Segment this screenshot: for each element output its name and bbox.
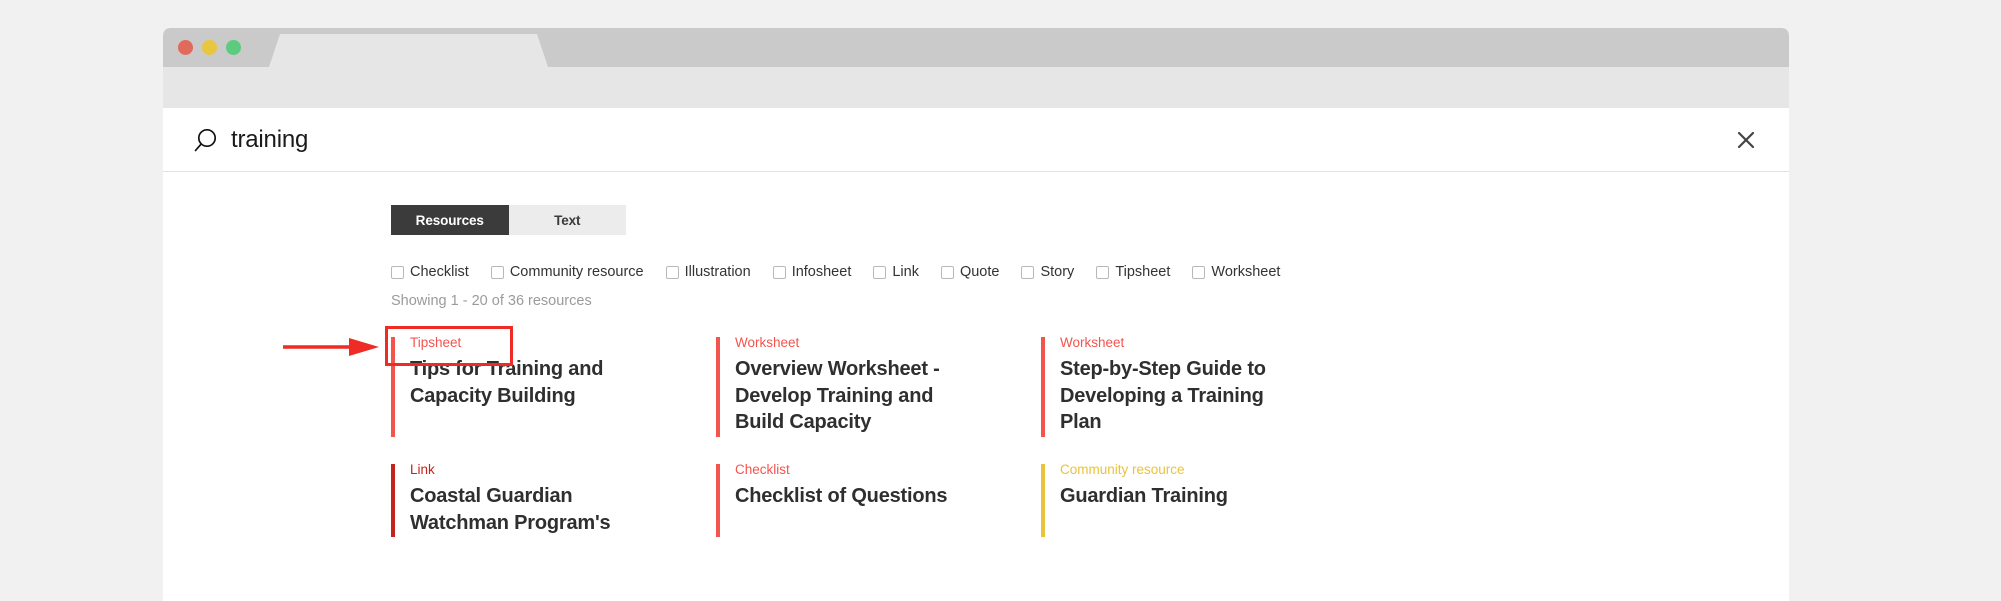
filter-label: Quote	[959, 264, 1000, 280]
page-content: ResourcesText Checklist Community resourc…	[163, 108, 1789, 601]
checkbox-icon[interactable]	[873, 265, 887, 279]
close-icon[interactable]	[1731, 125, 1761, 155]
checkbox-icon[interactable]	[1096, 265, 1110, 279]
results-area: Resources Text Checklist Community resourc…	[163, 172, 1789, 601]
browser-toolbar	[163, 67, 1789, 108]
result-card[interactable]: Link Coastal Guardian Watchman Program's	[391, 461, 651, 538]
filter-label: Community resource	[509, 264, 644, 280]
filter-checklist[interactable]: Checklist	[391, 264, 469, 280]
tab-switcher: Resources Text	[391, 205, 626, 235]
search-header	[163, 108, 1789, 172]
browser-titlebar	[163, 28, 1789, 67]
filter-worksheet[interactable]: Worksheet	[1192, 264, 1280, 280]
result-card-title: Step-by-Step Guide to Developing a Train…	[1060, 358, 1266, 434]
filter-label: Worksheet	[1211, 264, 1281, 280]
result-card[interactable]: Worksheet Step-by-Step Guide to Developin…	[1041, 335, 1301, 437]
filter-infosheet[interactable]: Infosheet	[772, 264, 852, 280]
filter-label: Infosheet	[791, 264, 852, 280]
filter-label: Link	[892, 264, 919, 280]
result-card[interactable]: Tipsheet Tips for Training and Capacity B…	[391, 335, 651, 437]
checkbox-icon[interactable]	[1192, 265, 1206, 279]
browser-window: ResourcesText Checklist Community resourc…	[163, 28, 1789, 601]
filter-label: Tipsheet	[1115, 264, 1171, 280]
filter-label: Illustration	[684, 264, 751, 280]
result-card-category: Checklist	[735, 461, 790, 477]
result-card[interactable]: Community resource Guardian Training	[1041, 461, 1301, 538]
result-card-title: Checklist of Questions	[735, 485, 948, 508]
minimize-window-button[interactable]	[202, 40, 217, 55]
checkbox-icon[interactable]	[772, 265, 786, 279]
close-window-button[interactable]	[178, 40, 193, 55]
filter-link[interactable]: Link	[873, 264, 919, 280]
search-icon	[191, 127, 219, 155]
checkbox-icon[interactable]	[665, 265, 679, 279]
filter-quote[interactable]: Quote	[940, 264, 1000, 280]
result-card-category: Community resource	[1060, 461, 1185, 477]
traffic-lights	[178, 40, 241, 55]
result-card-title: Tips for Training and Capacity Building	[410, 358, 604, 407]
result-card-title: Coastal Guardian Watchman Program's	[410, 485, 611, 534]
result-card-category: Worksheet	[735, 335, 800, 350]
filter-illustration[interactable]: Illustration	[665, 264, 751, 280]
checkbox-icon[interactable]	[1021, 265, 1035, 279]
checkbox-icon[interactable]	[490, 265, 504, 279]
tab-text[interactable]: Text	[508, 205, 626, 235]
result-card-title: Overview Worksheet - Develop Training an…	[735, 358, 940, 434]
filter-story[interactable]: Story	[1021, 264, 1074, 280]
result-card-title: Guardian Training	[1060, 485, 1228, 508]
checkbox-icon[interactable]	[940, 265, 954, 279]
tab-resources[interactable]: Resources	[391, 205, 509, 235]
filter-label: Story	[1040, 264, 1075, 280]
result-card-category: Link	[410, 461, 435, 477]
result-card-category: Tipsheet	[410, 335, 462, 350]
checkbox-icon[interactable]	[391, 265, 404, 279]
result-card[interactable]: Worksheet Overview Worksheet - Develop Tr…	[716, 335, 976, 437]
search-input[interactable]	[231, 108, 1431, 172]
result-card-category: Worksheet	[1060, 335, 1125, 350]
filter-checkboxes: Checklist Community resource Illustration I…	[391, 264, 1789, 280]
filter-tipsheet[interactable]: Tipsheet	[1096, 264, 1170, 280]
maximize-window-button[interactable]	[226, 40, 241, 55]
filter-community-resource[interactable]: Community resource	[490, 264, 644, 280]
browser-tab[interactable]	[269, 34, 548, 67]
results-count: Showing 1 - 20 of 36 resources	[391, 293, 592, 309]
results-grid: Tipsheet Tips for Training and Capacity B…	[391, 335, 1789, 538]
result-card[interactable]: Checklist Checklist of Questions	[716, 461, 976, 538]
filter-label: Checklist	[410, 264, 469, 280]
